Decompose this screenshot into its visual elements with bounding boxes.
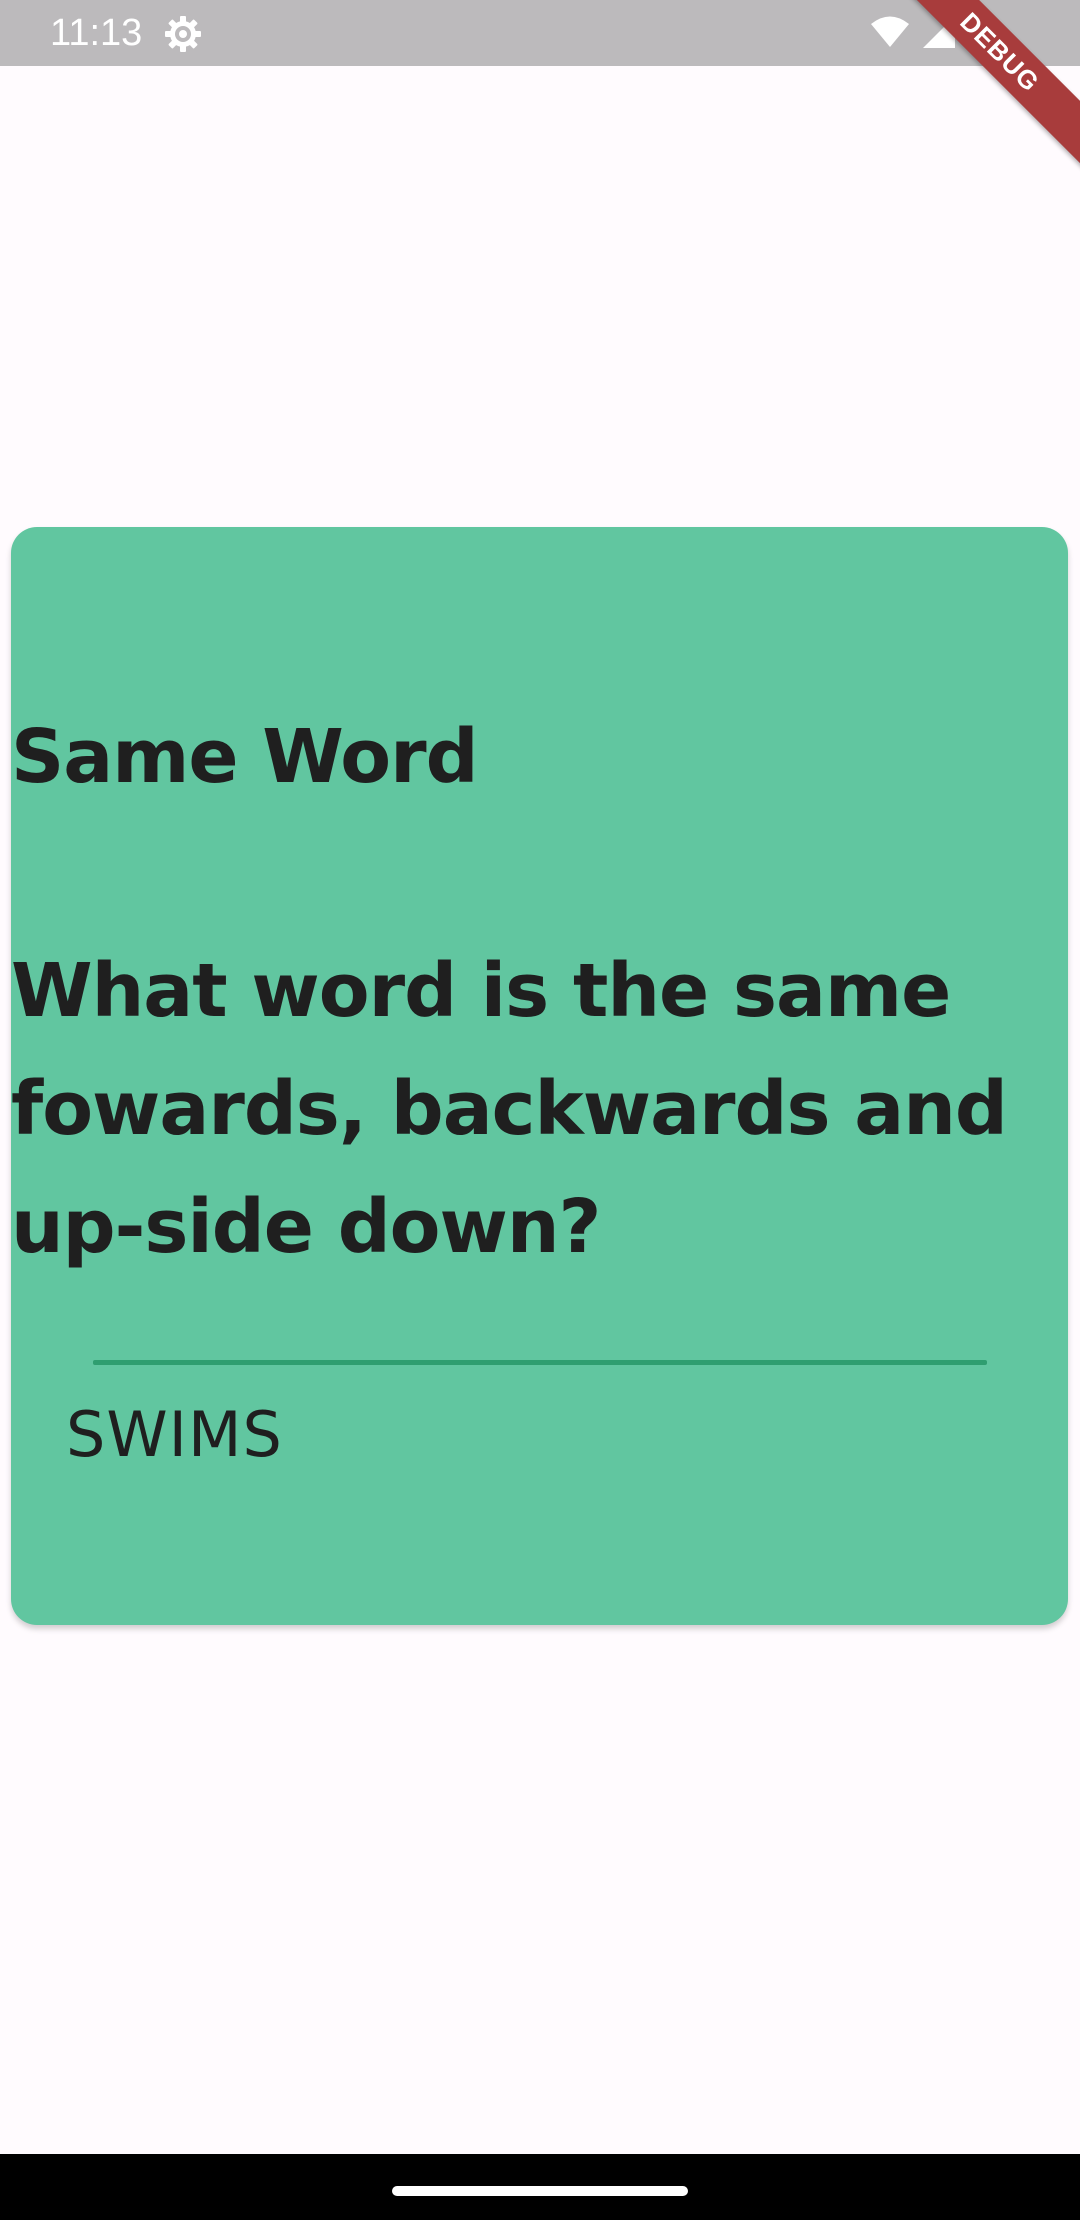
gear-icon [163, 14, 203, 54]
wifi-icon [870, 15, 910, 53]
status-bar: 11:13 [0, 0, 1080, 66]
navigation-bar [0, 2154, 1080, 2220]
status-time: 11:13 [50, 12, 143, 54]
card-divider [93, 1360, 987, 1365]
card-title: Same Word [11, 714, 479, 800]
riddle-card[interactable]: Same Word What word is the same fowards,… [11, 527, 1068, 1625]
card-answer: SWIMS [66, 1398, 283, 1471]
home-handle[interactable] [392, 2186, 688, 2196]
card-question: What word is the same fowards, backwards… [11, 948, 1008, 1270]
